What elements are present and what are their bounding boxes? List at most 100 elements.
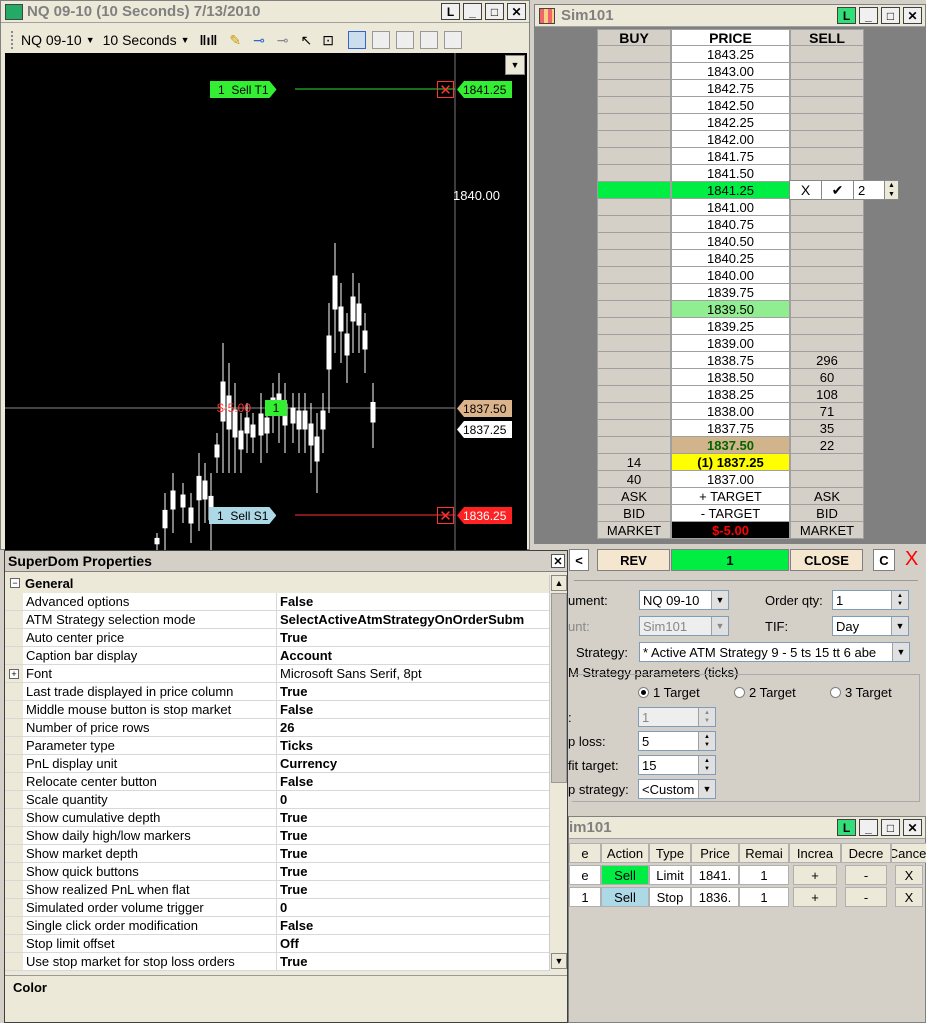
close-position-button[interactable]: CLOSE	[790, 549, 863, 571]
property-row[interactable]: Show market depth True	[5, 845, 549, 863]
buy-cell[interactable]	[597, 148, 671, 165]
sell-cell[interactable]: 108	[790, 386, 864, 403]
minimize-button[interactable]: _	[859, 819, 878, 836]
orders-column-header[interactable]: Action	[601, 843, 649, 863]
confirm-order-button[interactable]: ✔	[822, 181, 854, 199]
general-category[interactable]: − General	[5, 574, 567, 592]
buy-cell[interactable]	[597, 199, 671, 216]
sell-cell[interactable]: 71	[790, 403, 864, 420]
buy-cell[interactable]	[597, 420, 671, 437]
indicator-icon[interactable]	[396, 31, 414, 49]
close-button[interactable]: ✕	[903, 7, 922, 24]
buy-cell[interactable]	[597, 335, 671, 352]
instrument-field[interactable]: NQ 09-10 ▼	[639, 590, 729, 610]
target-radio-3[interactable]: 3 Target	[830, 685, 892, 700]
chevron-down-icon[interactable]: ▼	[711, 591, 728, 609]
close-button[interactable]: ✕	[903, 819, 922, 836]
minimize-button[interactable]: _	[463, 3, 482, 20]
properties-scrollbar[interactable]: ▲ ▼	[549, 575, 567, 971]
property-row[interactable]: ATM Strategy selection mode SelectActiveA…	[5, 611, 549, 629]
property-value[interactable]: False	[277, 917, 549, 934]
stepper-arrows-icon[interactable]: ▲ ▼	[891, 591, 908, 609]
maximize-button[interactable]: □	[485, 3, 504, 20]
properties-icon[interactable]	[444, 31, 462, 49]
dom-action-button[interactable]: BID	[597, 505, 671, 522]
strategy-icon[interactable]	[420, 31, 438, 49]
cancel-all-icon[interactable]: X	[905, 548, 918, 571]
tif-field[interactable]: Day ▼	[832, 616, 909, 636]
dom-action-button[interactable]: ASK	[790, 488, 864, 505]
position-qty-tag[interactable]: 1	[265, 400, 287, 416]
property-row[interactable]: Scale quantity 0	[5, 791, 549, 809]
property-value[interactable]: 0	[277, 899, 549, 916]
close-icon[interactable]: ✕	[551, 554, 565, 568]
property-value[interactable]: Ticks	[277, 737, 549, 754]
property-row[interactable]: Advanced options False	[5, 593, 549, 611]
pin-icon[interactable]: ⊸	[253, 32, 265, 49]
buy-cell[interactable]	[597, 97, 671, 114]
dom-action-button[interactable]: MARKET	[597, 522, 671, 539]
cancel-target-icon[interactable]: ✕	[437, 81, 454, 99]
sell-cell[interactable]	[790, 267, 864, 284]
sell-cell[interactable]	[790, 471, 864, 488]
buy-cell[interactable]	[597, 131, 671, 148]
scroll-thumb[interactable]	[551, 593, 567, 783]
chevron-down-icon[interactable]: ▼	[698, 780, 715, 798]
interval-selector[interactable]: 10 Seconds	[103, 32, 177, 48]
sell-cell[interactable]	[790, 318, 864, 335]
property-value[interactable]: SelectActiveAtmStrategyOnOrderSubm	[277, 611, 549, 628]
property-value[interactable]: True	[277, 863, 549, 880]
collapse-button[interactable]: <	[569, 549, 589, 571]
chevron-down-icon[interactable]: ▼	[181, 35, 190, 45]
decrease-button[interactable]: -	[845, 887, 887, 907]
scroll-up-icon[interactable]: ▲	[551, 575, 567, 591]
sell-cell[interactable]	[790, 284, 864, 301]
sell-cell[interactable]: 35	[790, 420, 864, 437]
property-value[interactable]: True	[277, 845, 549, 862]
cursor-icon[interactable]: ↖	[301, 32, 313, 49]
buy-cell[interactable]	[597, 80, 671, 97]
stop-strategy-field[interactable]: <Custom ▼	[638, 779, 716, 799]
buy-cell[interactable]: 14	[597, 454, 671, 471]
zoom-icon[interactable]: ⊡	[322, 32, 334, 49]
property-value[interactable]: Off	[277, 935, 549, 952]
sell-cell[interactable]	[790, 199, 864, 216]
property-value[interactable]: False	[277, 701, 549, 718]
scroll-down-icon[interactable]: ▼	[551, 953, 567, 969]
property-row[interactable]: Single click order modification False	[5, 917, 549, 935]
candles-icon[interactable]	[372, 31, 390, 49]
cancel-order-button[interactable]: X	[895, 887, 923, 907]
property-value[interactable]: True	[277, 953, 549, 970]
property-value[interactable]: Account	[277, 647, 549, 664]
property-row[interactable]: Number of price rows 26	[5, 719, 549, 737]
profit-target-field[interactable]: 15 ▲ ▼	[638, 755, 716, 775]
property-row[interactable]: Relocate center button False	[5, 773, 549, 791]
link-button[interactable]: L	[837, 819, 856, 836]
cancel-stop-icon[interactable]: ✕	[437, 507, 454, 525]
chevron-down-icon[interactable]: ▼	[892, 643, 909, 661]
center-button[interactable]: C	[873, 549, 895, 571]
chart-trader-icon[interactable]	[348, 31, 366, 49]
chevron-down-icon[interactable]: ▼	[891, 617, 908, 635]
link-button[interactable]: L	[441, 3, 460, 20]
buy-cell[interactable]	[597, 216, 671, 233]
stop-loss-field[interactable]: 5 ▲ ▼	[638, 731, 716, 751]
property-row[interactable]: Middle mouse button is stop market False	[5, 701, 549, 719]
close-button[interactable]: ✕	[507, 3, 526, 20]
property-value[interactable]: True	[277, 629, 549, 646]
link-button[interactable]: L	[837, 7, 856, 24]
property-value[interactable]: True	[277, 827, 549, 844]
property-row[interactable]: Show cumulative depth True	[5, 809, 549, 827]
orders-column-header[interactable]: Type	[649, 843, 691, 863]
buy-cell[interactable]	[597, 301, 671, 318]
property-value[interactable]: 0	[277, 791, 549, 808]
buy-cell[interactable]	[597, 318, 671, 335]
orders-column-header[interactable]: Remai	[739, 843, 789, 863]
sell-cell[interactable]	[790, 63, 864, 80]
target-order-tag[interactable]: 1 Sell T1	[210, 81, 277, 98]
buy-cell[interactable]: 40	[597, 471, 671, 488]
cancel-order-button[interactable]: X	[895, 865, 923, 885]
pencil-icon[interactable]: ✎	[229, 32, 241, 49]
price-cell[interactable]: - TARGET	[671, 505, 790, 522]
maximize-button[interactable]: □	[881, 7, 900, 24]
